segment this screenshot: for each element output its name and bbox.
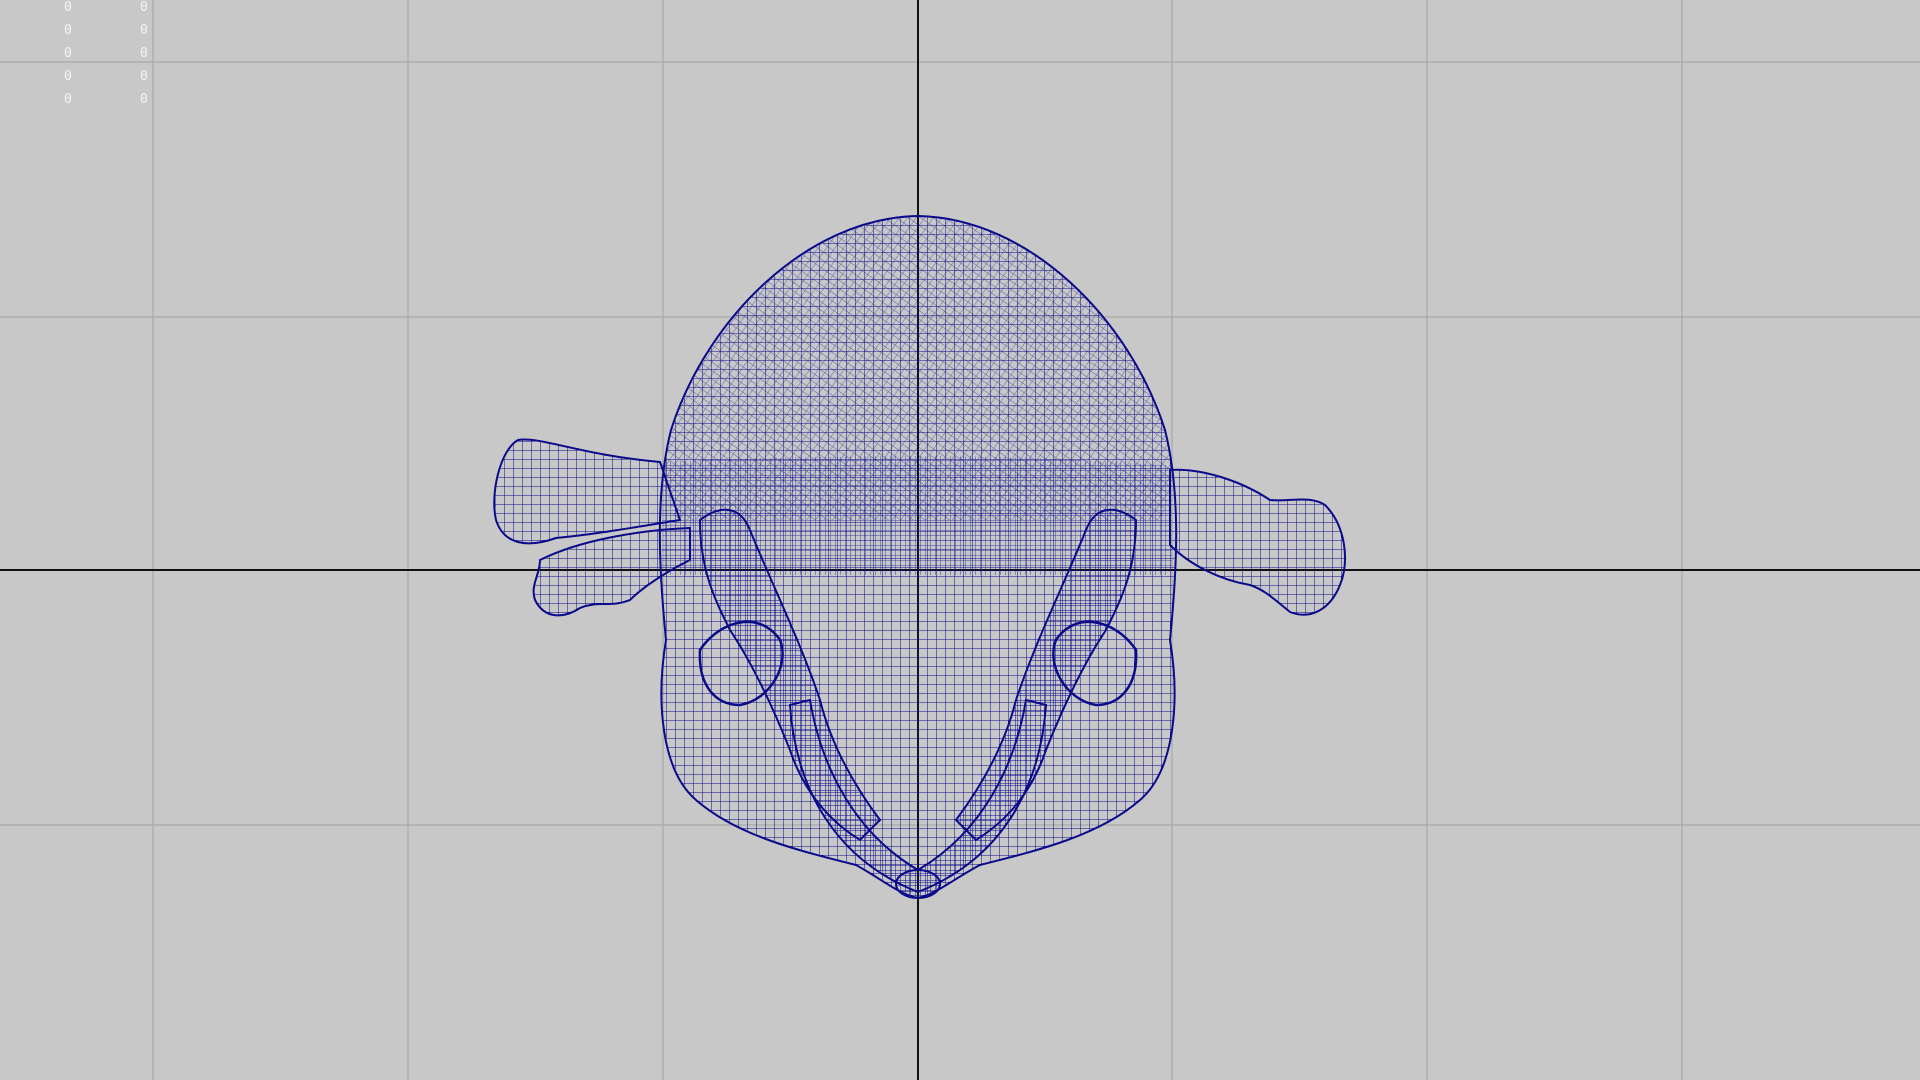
hud-value: 0 [64, 23, 72, 38]
viewport-canvas[interactable] [0, 0, 1920, 1080]
hud-value: 0 [64, 92, 72, 107]
hud-column-right: 0 0 0 0 0 [140, 0, 148, 111]
3d-viewport[interactable]: 0 0 0 0 0 0 0 0 0 0 [0, 0, 1920, 1080]
hud-value: 0 [64, 46, 72, 61]
wireframe-model[interactable] [493, 214, 1346, 900]
hud-value: 0 [64, 69, 72, 84]
hud-value: 0 [140, 46, 148, 61]
hud-column-left: 0 0 0 0 0 [64, 0, 72, 111]
hud-value: 0 [64, 0, 72, 15]
right-clavicle-mesh[interactable] [1169, 468, 1346, 616]
chin-tip-mesh [895, 869, 941, 899]
hud-value: 0 [140, 23, 148, 38]
hud-value: 0 [140, 0, 148, 15]
hud-value: 0 [140, 92, 148, 107]
hud-value: 0 [140, 69, 148, 84]
